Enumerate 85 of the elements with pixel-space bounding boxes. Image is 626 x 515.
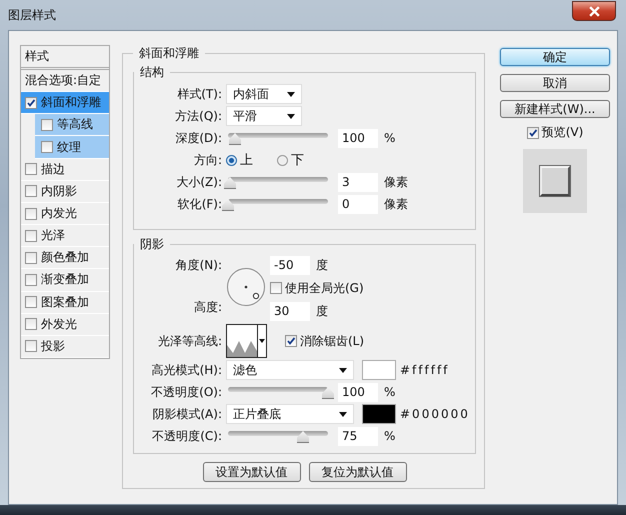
style-item[interactable]: 投影 — [21, 336, 109, 358]
checkbox[interactable] — [25, 163, 37, 176]
style-item[interactable]: 斜面和浮雕 — [21, 92, 109, 114]
unit-label: 度 — [316, 302, 328, 320]
number-field[interactable]: 0 — [338, 194, 378, 214]
action-button[interactable]: 取消 — [500, 74, 610, 92]
dropdown[interactable]: 滤色 — [226, 360, 354, 380]
style-item[interactable]: 纹理 — [35, 136, 109, 159]
field-label: 阴影模式(A): — [151, 406, 222, 422]
checkbox[interactable] — [25, 340, 37, 352]
group-title: 斜面和浮雕 — [138, 45, 200, 62]
checkbox[interactable] — [526, 126, 539, 138]
color-swatch[interactable] — [362, 360, 396, 380]
checkbox[interactable] — [25, 185, 37, 198]
number-field[interactable]: -50 — [270, 256, 310, 274]
color-swatch[interactable] — [362, 404, 396, 424]
action-button[interactable]: 确定 — [500, 48, 610, 66]
action-button[interactable]: 新建样式(W)... — [500, 100, 610, 118]
anti-alias-checkbox[interactable]: 消除锯齿(L) — [285, 332, 364, 350]
style-item[interactable]: 图案叠加 — [21, 292, 109, 314]
list-header: 样式 — [21, 46, 109, 70]
field-label: 深度(D): — [174, 130, 222, 146]
hex-value: #000000 — [400, 407, 470, 421]
style-item[interactable]: 外发光 — [21, 314, 109, 336]
style-item[interactable]: 渐变叠加 — [21, 269, 109, 292]
field-label: 高度: — [192, 299, 222, 316]
field-label: 大小(Z): — [175, 174, 222, 190]
group-title: 结构 — [139, 64, 165, 81]
radio-option[interactable]: 下 — [277, 151, 304, 169]
checkbox[interactable] — [270, 282, 282, 294]
global-light-checkbox[interactable]: 使用全局光(G) — [270, 280, 364, 296]
reset-button[interactable]: 复位为默认值 — [308, 462, 406, 482]
checkbox[interactable] — [25, 318, 37, 330]
style-item[interactable]: 等高线 — [35, 114, 109, 136]
close-button[interactable] — [572, 1, 616, 21]
field-label: 软化(F): — [176, 196, 222, 212]
checkbox[interactable] — [41, 141, 53, 154]
dropdown[interactable]: 正片叠底 — [226, 404, 354, 424]
group-title: 阴影 — [139, 236, 165, 253]
preview-checkbox[interactable]: 预览(V) — [526, 124, 584, 141]
checkbox[interactable] — [25, 274, 37, 286]
field-label: 方法(Q): — [174, 108, 222, 124]
checkbox[interactable] — [285, 335, 297, 347]
dropdown[interactable]: 内斜面 — [226, 84, 302, 104]
field-label: 不透明度(C): — [151, 428, 222, 444]
unit-label: 像素 — [384, 174, 408, 190]
field-label: 方向: — [192, 152, 222, 168]
field-label: 不透明度(O): — [150, 384, 222, 400]
hex-value: #ffffff — [400, 363, 450, 377]
checkbox[interactable] — [41, 118, 53, 131]
style-item[interactable]: 颜色叠加 — [21, 247, 109, 270]
slider-thumb[interactable] — [224, 177, 236, 189]
number-field[interactable]: 30 — [270, 302, 310, 320]
checkbox[interactable] — [25, 96, 37, 109]
field-label: 角度(N): — [174, 257, 222, 274]
unit-label: % — [384, 131, 396, 145]
angle-dial-icon[interactable] — [226, 267, 266, 307]
reset-button[interactable]: 设置为默认值 — [202, 462, 300, 482]
checkbox[interactable] — [25, 296, 37, 308]
number-field[interactable]: 100 — [338, 128, 378, 148]
checkbox[interactable] — [25, 252, 37, 264]
preview-swatch — [523, 149, 587, 213]
checkbox[interactable] — [25, 230, 37, 242]
style-item[interactable]: 内阴影 — [21, 180, 109, 203]
radio-option[interactable]: 上 — [226, 151, 253, 169]
contour-curve-icon — [227, 341, 257, 357]
field-label: 高光模式(H): — [150, 362, 222, 378]
slider-thumb[interactable] — [222, 199, 234, 211]
window-title: 图层样式 — [8, 6, 56, 24]
style-item[interactable]: 光泽 — [21, 225, 109, 248]
field-label: 光泽等高线: — [156, 332, 222, 350]
checkbox[interactable] — [25, 208, 37, 220]
unit-label: % — [384, 429, 396, 443]
number-field[interactable]: 3 — [338, 172, 378, 192]
contour-picker[interactable] — [226, 324, 267, 358]
dropdown[interactable]: 平滑 — [226, 106, 302, 126]
number-field[interactable]: 100 — [338, 382, 378, 402]
style-item[interactable]: 内发光 — [21, 202, 109, 226]
field-label: 样式(T): — [176, 86, 222, 102]
unit-label: 度 — [316, 256, 328, 274]
unit-label: % — [384, 385, 396, 399]
unit-label: 像素 — [384, 196, 408, 212]
style-item[interactable]: 描边 — [21, 158, 109, 181]
number-field[interactable]: 75 — [338, 426, 378, 446]
close-icon — [588, 6, 600, 16]
